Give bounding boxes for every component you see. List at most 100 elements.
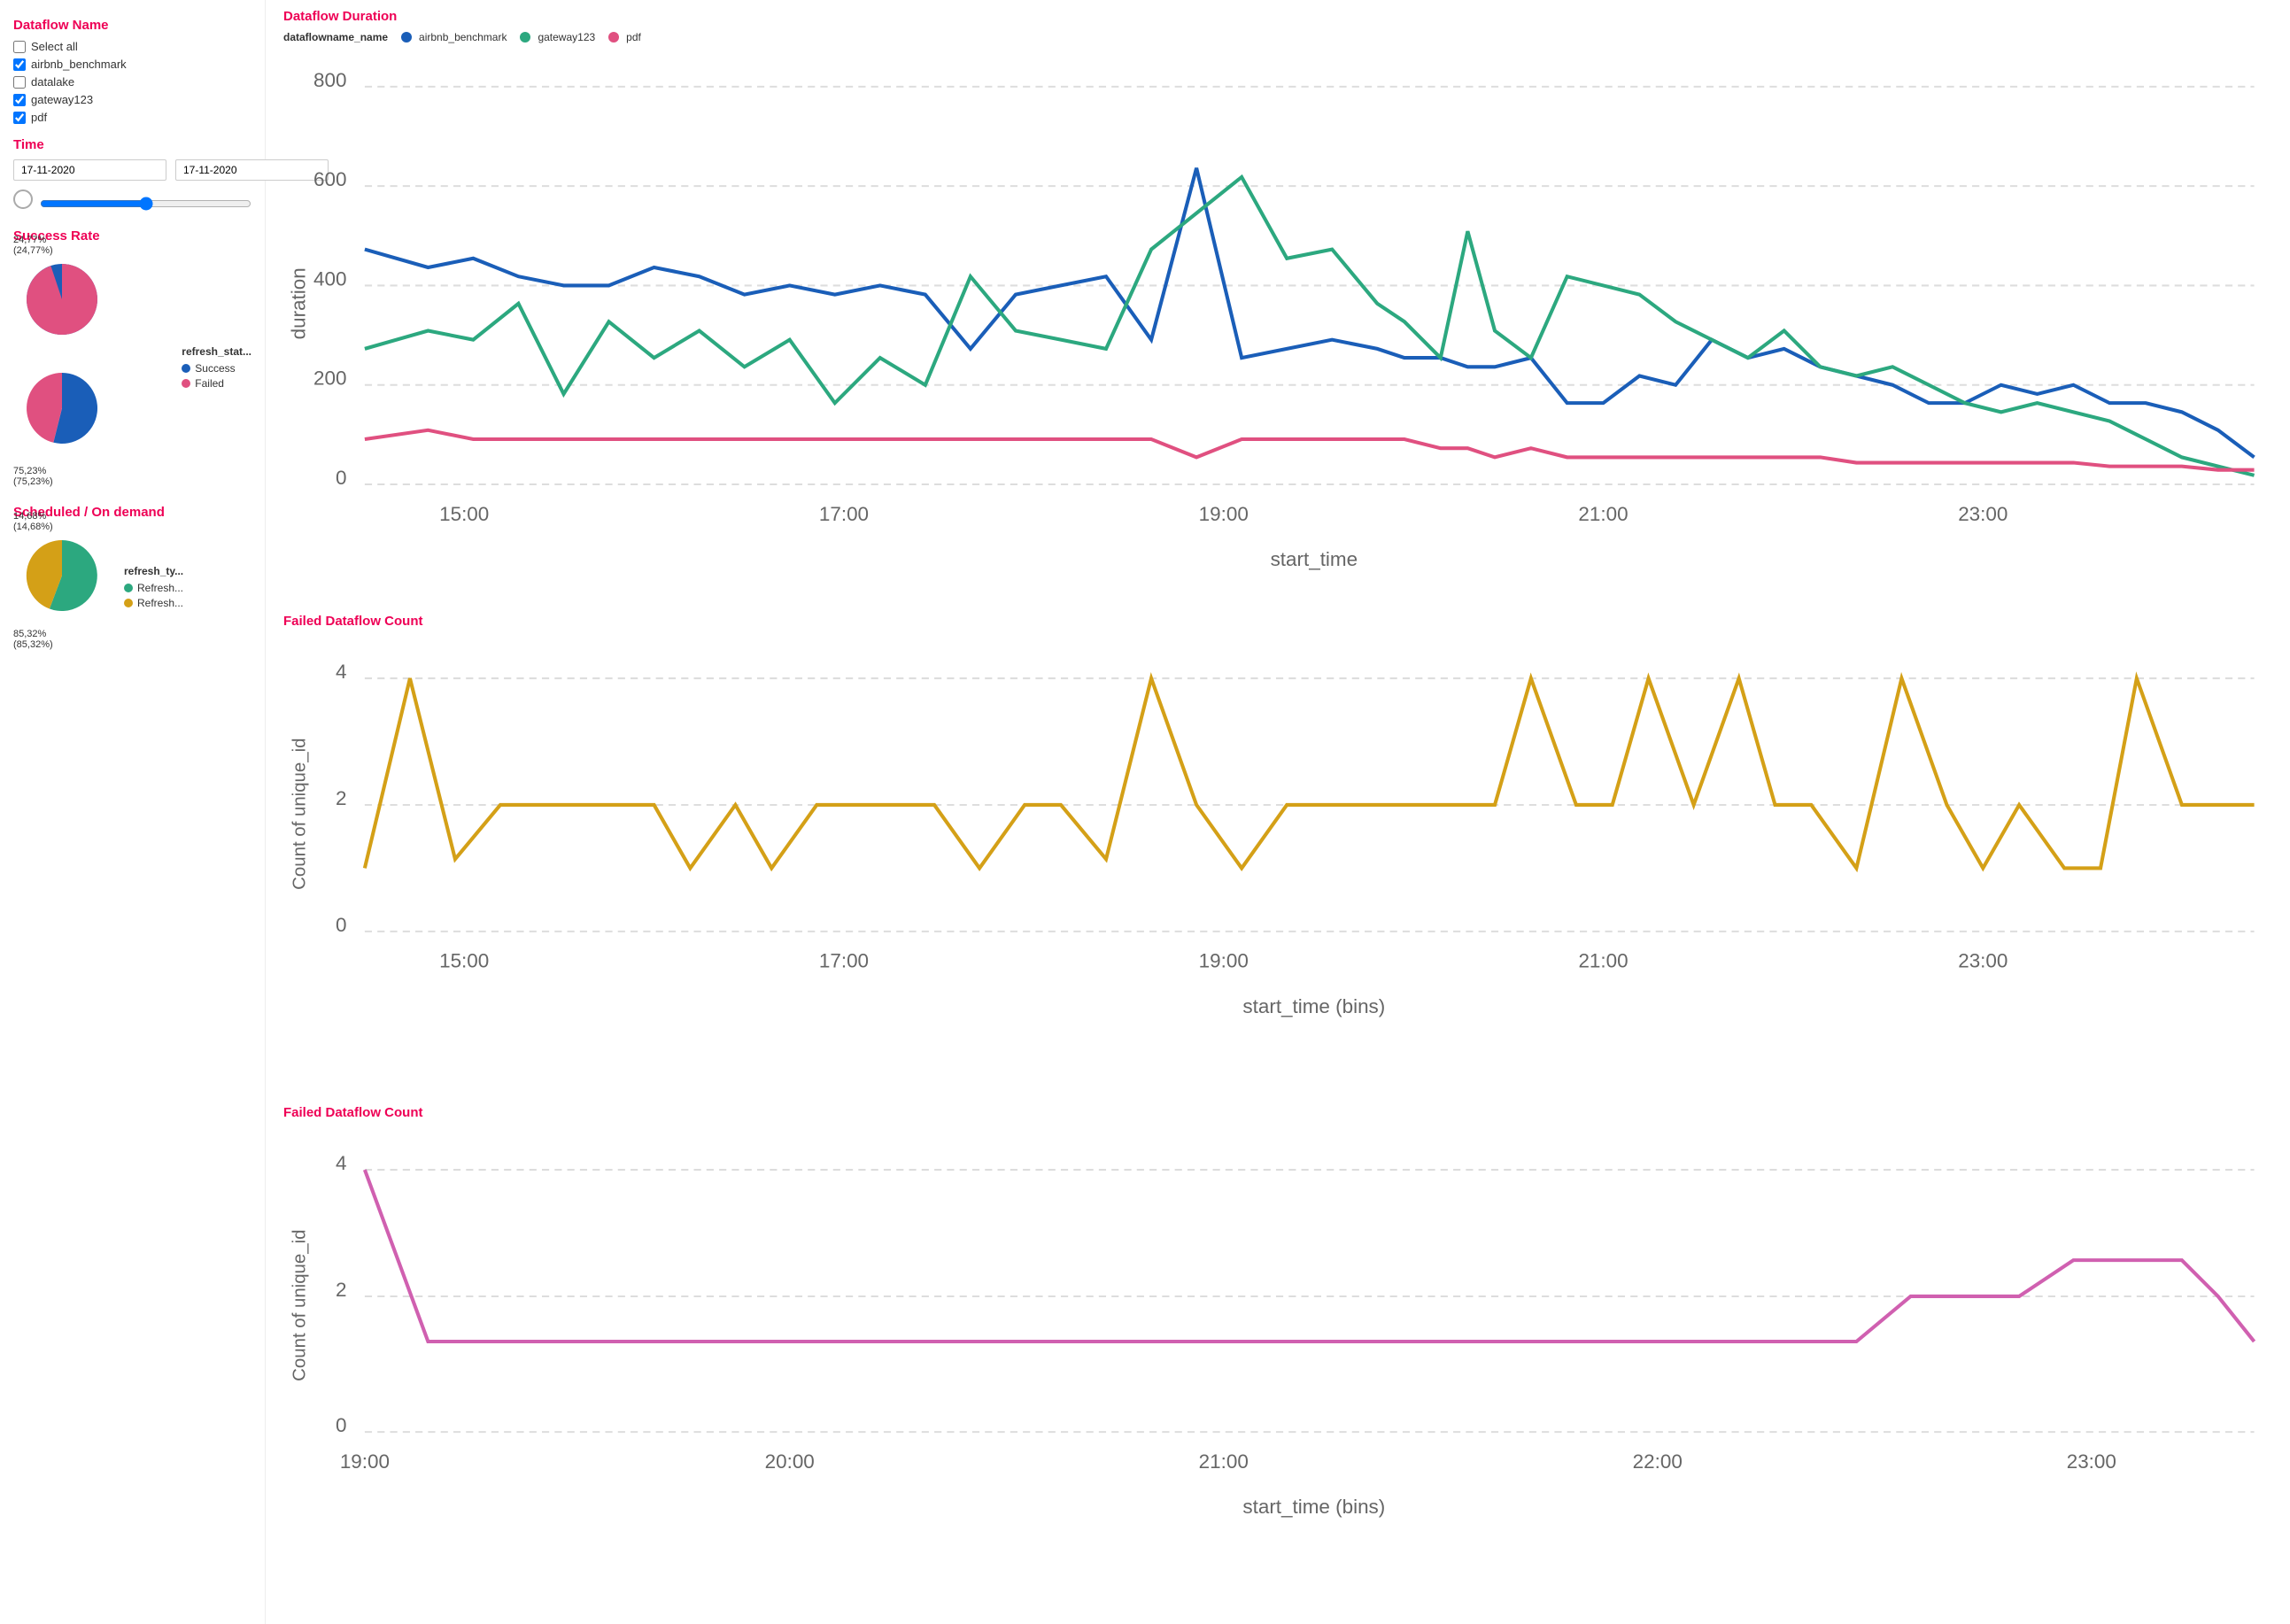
svg-text:4: 4 bbox=[336, 1152, 346, 1174]
duration-legend: dataflowname_name airbnb_benchmark gatew… bbox=[283, 28, 2272, 46]
datalake-checkbox[interactable] bbox=[13, 76, 26, 89]
date-start-input[interactable] bbox=[13, 159, 166, 181]
main-content: Dataflow Duration dataflowname_name airb… bbox=[266, 0, 2290, 1624]
success-pie-container: 24,77% (24,77%) bbox=[13, 251, 251, 487]
refresh1-legend-item: Refresh... bbox=[124, 582, 183, 594]
failed-pct-top: 24,77% (24,77%) bbox=[13, 235, 53, 256]
datalake-label: datalake bbox=[31, 75, 74, 89]
time-section: Time bbox=[13, 137, 251, 211]
refresh1-pct-bottom: 85,32% (85,32%) bbox=[13, 629, 111, 650]
svg-text:19:00: 19:00 bbox=[1199, 503, 1249, 525]
pdf-legend-dot bbox=[608, 32, 619, 43]
dataflow-name-title: Dataflow Name bbox=[13, 18, 251, 33]
success-dot bbox=[182, 364, 190, 373]
success-pie-chart-v2 bbox=[13, 355, 111, 461]
svg-text:800: 800 bbox=[313, 69, 346, 91]
airbnb-row[interactable]: airbnb_benchmark bbox=[13, 58, 251, 71]
scheduled-pie-container: 14,68% (14,68%) 85,32% (85,32%) bbox=[13, 527, 251, 650]
pdf-label: pdf bbox=[31, 111, 47, 124]
svg-text:2: 2 bbox=[336, 1279, 346, 1301]
scheduled-pie-wrapper: 14,68% (14,68%) 85,32% (85,32%) bbox=[13, 527, 111, 650]
sidebar: Dataflow Name Select all airbnb_benchmar… bbox=[0, 0, 266, 1624]
scheduled-legend: refresh_ty... Refresh... Refresh... bbox=[124, 565, 183, 612]
legend-airbnb: airbnb_benchmark bbox=[401, 31, 507, 43]
gateway-label: gateway123 bbox=[31, 93, 93, 106]
scheduled-section: Scheduled / On demand 14,68% (14,68%) bbox=[13, 505, 251, 650]
svg-text:0: 0 bbox=[336, 913, 346, 935]
svg-text:22:00: 22:00 bbox=[1633, 1450, 1683, 1473]
datalake-row[interactable]: datalake bbox=[13, 75, 251, 89]
select-all-row[interactable]: Select all bbox=[13, 40, 251, 53]
gateway-checkbox[interactable] bbox=[13, 94, 26, 106]
duration-chart-area: 800 600 400 200 0 duration 15:00 17:00 bbox=[283, 50, 2272, 596]
failed-count-chart-block: Failed Dataflow Count 4 2 0 Count of uni… bbox=[283, 614, 2272, 1087]
failed-legend-item: Failed bbox=[182, 377, 251, 390]
pdf-checkbox[interactable] bbox=[13, 112, 26, 124]
success-rate-section: Success Rate 24,77% (24,77%) bbox=[13, 228, 251, 487]
refresh1-dot bbox=[124, 584, 133, 592]
success-legend-item: Success bbox=[182, 362, 251, 375]
svg-text:21:00: 21:00 bbox=[1578, 503, 1628, 525]
time-title: Time bbox=[13, 137, 251, 152]
failed-count-area: 4 2 0 Count of unique_id 15:00 17:00 19:… bbox=[283, 633, 2272, 1087]
failed-dot bbox=[182, 379, 190, 388]
svg-text:17:00: 17:00 bbox=[819, 949, 869, 971]
svg-text:duration: duration bbox=[288, 267, 310, 339]
svg-text:0: 0 bbox=[336, 1414, 346, 1436]
svg-text:17:00: 17:00 bbox=[819, 503, 869, 525]
scheduled-pie-chart bbox=[13, 527, 111, 624]
success-legend-title: refresh_stat... bbox=[182, 345, 251, 358]
svg-text:23:00: 23:00 bbox=[1958, 949, 2008, 971]
svg-text:23:00: 23:00 bbox=[1958, 503, 2008, 525]
duration-svg: 800 600 400 200 0 duration 15:00 17:00 bbox=[283, 50, 2272, 593]
pdf-row[interactable]: pdf bbox=[13, 111, 251, 124]
date-inputs bbox=[13, 159, 251, 181]
svg-text:19:00: 19:00 bbox=[340, 1450, 390, 1473]
airbnb-label: airbnb_benchmark bbox=[31, 58, 127, 71]
duration-chart-block: Dataflow Duration dataflowname_name airb… bbox=[283, 9, 2272, 596]
svg-text:Count of unique_id: Count of unique_id bbox=[290, 738, 310, 889]
svg-text:start_time (bins): start_time (bins) bbox=[1242, 1496, 1385, 1518]
refresh2-dot bbox=[124, 599, 133, 607]
airbnb-checkbox[interactable] bbox=[13, 58, 26, 71]
svg-text:start_time (bins): start_time (bins) bbox=[1242, 994, 1385, 1017]
refresh2-pct-top: 14,68% (14,68%) bbox=[13, 511, 53, 532]
svg-text:20:00: 20:00 bbox=[765, 1450, 815, 1473]
failed-count2-title: Failed Dataflow Count bbox=[283, 1105, 2272, 1120]
legend-series-title: dataflowname_name bbox=[283, 31, 388, 43]
svg-text:4: 4 bbox=[336, 661, 346, 683]
svg-text:600: 600 bbox=[313, 168, 346, 190]
refresh2-legend-item: Refresh... bbox=[124, 597, 183, 609]
svg-text:400: 400 bbox=[313, 267, 346, 290]
svg-text:15:00: 15:00 bbox=[439, 503, 489, 525]
svg-text:Count of unique_id: Count of unique_id bbox=[290, 1229, 310, 1380]
svg-text:200: 200 bbox=[313, 367, 346, 390]
time-slider-handle[interactable] bbox=[13, 189, 33, 209]
legend-gateway: gateway123 bbox=[520, 31, 595, 43]
svg-text:start_time: start_time bbox=[1271, 548, 1358, 570]
time-range-slider[interactable] bbox=[40, 197, 251, 211]
airbnb-legend-dot bbox=[401, 32, 412, 43]
scheduled-legend-title: refresh_ty... bbox=[124, 565, 183, 577]
success-pie-chart bbox=[13, 251, 111, 348]
select-all-checkbox[interactable] bbox=[13, 41, 26, 53]
gateway-row[interactable]: gateway123 bbox=[13, 93, 251, 106]
svg-text:15:00: 15:00 bbox=[439, 949, 489, 971]
svg-text:23:00: 23:00 bbox=[2067, 1450, 2116, 1473]
svg-text:19:00: 19:00 bbox=[1199, 949, 1249, 971]
failed-count-title: Failed Dataflow Count bbox=[283, 614, 2272, 629]
select-all-label: Select all bbox=[31, 40, 78, 53]
failed-count2-area: 4 2 0 Count of unique_id 19:00 20:00 21:… bbox=[283, 1125, 2272, 1597]
legend-pdf: pdf bbox=[608, 31, 641, 43]
duration-chart-title: Dataflow Duration bbox=[283, 9, 2272, 24]
svg-text:0: 0 bbox=[336, 467, 346, 489]
failed-count2-chart-block: Failed Dataflow Count 4 2 0 Count of uni… bbox=[283, 1105, 2272, 1597]
failed-count2-svg: 4 2 0 Count of unique_id 19:00 20:00 21:… bbox=[283, 1125, 2272, 1595]
svg-text:21:00: 21:00 bbox=[1199, 1450, 1249, 1473]
success-pie-wrapper: 24,77% (24,77%) bbox=[13, 251, 168, 487]
svg-text:2: 2 bbox=[336, 787, 346, 809]
gateway-legend-dot bbox=[520, 32, 530, 43]
success-pct-bottom: 75,23% (75,23%) bbox=[13, 466, 168, 487]
failed-count-svg: 4 2 0 Count of unique_id 15:00 17:00 19:… bbox=[283, 633, 2272, 1085]
svg-text:21:00: 21:00 bbox=[1578, 949, 1628, 971]
